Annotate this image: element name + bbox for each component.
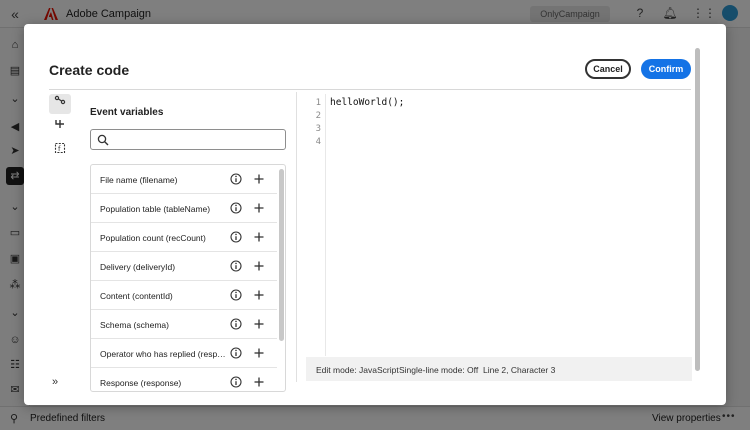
info-icon[interactable] bbox=[230, 173, 242, 185]
variable-label: Population count (recCount) bbox=[100, 233, 206, 243]
code-line[interactable]: helloWorld(); bbox=[330, 97, 404, 108]
add-icon[interactable] bbox=[253, 289, 265, 301]
list-item[interactable]: Operator who has replied (respo... bbox=[91, 339, 277, 368]
add-icon[interactable] bbox=[253, 318, 265, 330]
cancel-button[interactable]: Cancel bbox=[585, 59, 631, 79]
event-variables-panel: Event variables File name (filename) Pop… bbox=[80, 92, 290, 392]
add-icon[interactable] bbox=[253, 376, 265, 388]
list-item[interactable]: Population table (tableName) bbox=[91, 194, 277, 223]
variable-label: Content (contentId) bbox=[100, 291, 173, 301]
line-number: 4 bbox=[315, 137, 321, 147]
info-icon[interactable] bbox=[230, 376, 242, 388]
add-icon[interactable] bbox=[253, 347, 265, 359]
variable-label: Operator who has replied (respo... bbox=[100, 349, 228, 359]
editor-status-bar: Edit mode: JavaScript Single-line mode: … bbox=[306, 357, 692, 381]
search-input[interactable] bbox=[113, 132, 283, 147]
variable-label: File name (filename) bbox=[100, 175, 178, 185]
create-code-dialog: Create code Cancel Confirm f » Event var… bbox=[24, 24, 726, 405]
search-box bbox=[90, 129, 286, 150]
list-item[interactable]: Schema (schema) bbox=[91, 310, 277, 339]
dialog-divider bbox=[49, 89, 691, 90]
add-icon[interactable] bbox=[253, 202, 265, 214]
add-icon[interactable] bbox=[253, 231, 265, 243]
add-icon[interactable] bbox=[253, 260, 265, 272]
dialog-scrollbar[interactable] bbox=[695, 48, 700, 371]
edit-mode-status: Edit mode: JavaScript bbox=[316, 365, 399, 375]
list-item[interactable]: File name (filename) bbox=[91, 165, 277, 194]
search-icon bbox=[97, 134, 109, 146]
list-item[interactable]: Population count (recCount) bbox=[91, 223, 277, 252]
line-number: 3 bbox=[315, 124, 321, 134]
info-icon[interactable] bbox=[230, 318, 242, 330]
variable-label: Response (response) bbox=[100, 378, 182, 388]
variable-label: Population table (tableName) bbox=[100, 204, 211, 214]
cursor-position-status: Line 2, Character 3 bbox=[483, 365, 556, 375]
info-icon[interactable] bbox=[230, 231, 242, 243]
dialog-title: Create code bbox=[49, 62, 130, 78]
variable-list: File name (filename) Population table (t… bbox=[90, 164, 286, 392]
panel-heading: Event variables bbox=[90, 107, 164, 118]
list-scrollbar[interactable] bbox=[279, 169, 284, 341]
variable-label: Delivery (deliveryId) bbox=[100, 262, 176, 272]
line-number: 1 bbox=[315, 98, 321, 108]
info-icon[interactable] bbox=[230, 260, 242, 272]
expand-panel-icon[interactable]: » bbox=[52, 376, 58, 388]
list-item[interactable]: Content (contentId) bbox=[91, 281, 277, 310]
panel-separator bbox=[296, 92, 297, 382]
line-gutter: 1 2 3 4 bbox=[306, 94, 326, 356]
code-editor[interactable]: 1 2 3 4 helloWorld(); bbox=[306, 94, 692, 356]
svg-text:f: f bbox=[58, 145, 61, 153]
list-item[interactable]: Response (response) bbox=[91, 368, 277, 391]
info-icon[interactable] bbox=[230, 347, 242, 359]
tool-column: f bbox=[48, 92, 72, 392]
info-icon[interactable] bbox=[230, 202, 242, 214]
add-icon[interactable] bbox=[253, 173, 265, 185]
line-number: 2 bbox=[315, 111, 321, 121]
single-line-mode-status: Single-line mode: Off bbox=[399, 365, 479, 375]
confirm-button[interactable]: Confirm bbox=[641, 59, 691, 79]
conditions-tool-icon[interactable] bbox=[49, 118, 71, 138]
variable-label: Schema (schema) bbox=[100, 320, 169, 330]
info-icon[interactable] bbox=[230, 289, 242, 301]
functions-tool-icon[interactable]: f bbox=[49, 142, 71, 162]
variables-tool-icon[interactable] bbox=[49, 94, 71, 114]
list-item[interactable]: Delivery (deliveryId) bbox=[91, 252, 277, 281]
